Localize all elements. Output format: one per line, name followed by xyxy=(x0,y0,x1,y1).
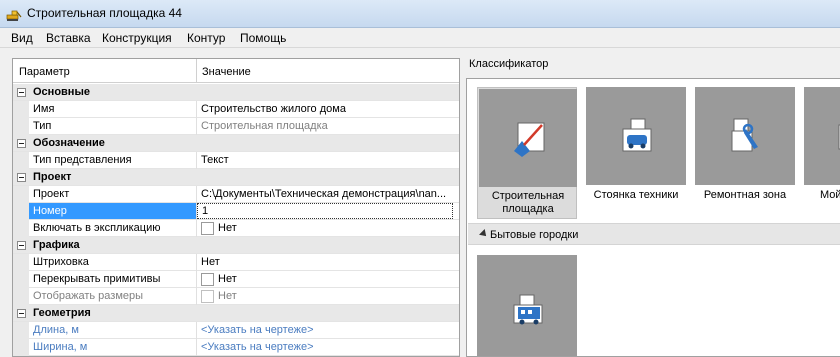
tile-label: Ремонтная зона xyxy=(703,189,787,201)
property-row[interactable]: Тип Строительная площадка xyxy=(13,118,459,135)
category-name: Графика xyxy=(33,239,80,251)
value-column-header: Значение xyxy=(202,66,251,78)
construction-excavator-icon xyxy=(6,10,22,21)
window-title: Строительная площадка 44 xyxy=(27,6,182,20)
category-name: Основные xyxy=(33,86,90,98)
tile-label: Строительная площадка xyxy=(491,190,565,215)
category-name: Обозначение xyxy=(33,137,105,149)
category-row[interactable]: Обозначение xyxy=(13,135,459,152)
property-name: Перекрывать примитивы xyxy=(33,273,161,285)
property-name: Длина, м xyxy=(33,324,79,336)
property-name: Тип xyxy=(33,120,52,132)
collapse-toggle-icon[interactable] xyxy=(17,309,26,318)
property-value[interactable]: <Указать на чертеже> xyxy=(201,324,314,336)
property-name: Отображать размеры xyxy=(33,290,144,302)
collapse-toggle-icon[interactable] xyxy=(17,139,26,148)
menu-insert[interactable]: Вставка xyxy=(46,31,91,45)
tile-label: Мой xyxy=(820,189,840,201)
category-row[interactable]: Геометрия xyxy=(13,305,459,322)
checkbox[interactable] xyxy=(201,273,214,286)
param-column-header: Параметр xyxy=(19,66,70,78)
classifier-panel: Строительная площадка Стоянка техники Ре… xyxy=(466,78,840,357)
property-value[interactable]: Текст xyxy=(201,154,229,166)
group-label: Бытовые городки xyxy=(490,229,579,241)
property-row[interactable]: Проект C:\Документы\Техническая демонстра… xyxy=(13,186,459,203)
property-value[interactable]: Нет xyxy=(201,256,220,268)
property-name: Штриховка xyxy=(33,256,89,268)
checkbox-label: Нет xyxy=(218,290,237,302)
property-value[interactable]: Строительство жилого дома xyxy=(201,103,346,115)
menu-help[interactable]: Помощь xyxy=(240,31,286,45)
checkbox-label: Нет xyxy=(218,222,237,234)
property-row[interactable]: Штриховка Нет xyxy=(13,254,459,271)
menu-contour[interactable]: Контур xyxy=(187,31,225,45)
tile-construction-site[interactable]: Строительная площадка xyxy=(477,87,577,219)
category-name: Геометрия xyxy=(33,307,91,319)
property-row[interactable]: Длина, м <Указать на чертеже> xyxy=(13,322,459,339)
repair-zone-icon xyxy=(731,118,758,152)
checkbox xyxy=(201,290,214,303)
title-bar: Строительная площадка 44 xyxy=(0,0,840,28)
construction-site-icon xyxy=(514,122,545,157)
classifier-label: Классификатор xyxy=(469,58,549,70)
property-row[interactable]: Номер 1 xyxy=(13,203,459,220)
property-value[interactable]: Строительная площадка xyxy=(201,120,328,132)
vehicle-parking-icon xyxy=(622,118,652,152)
collapse-toggle-icon[interactable] xyxy=(17,241,26,250)
group-header-cabins[interactable]: Бытовые городки xyxy=(468,223,840,245)
property-value[interactable]: 1 xyxy=(197,203,453,219)
property-row[interactable]: Тип представления Текст xyxy=(13,152,459,169)
property-value[interactable]: <Указать на чертеже> xyxy=(201,341,314,353)
property-name: Включать в экспликацию xyxy=(33,222,161,234)
property-row[interactable]: Имя Строительство жилого дома xyxy=(13,101,459,118)
collapse-triangle-icon xyxy=(479,229,489,239)
checkbox-label: Нет xyxy=(218,273,237,285)
property-row[interactable]: Перекрывать примитивы Нет xyxy=(13,271,459,288)
cabin-trailer-icon xyxy=(513,294,543,325)
category-row[interactable]: Основные xyxy=(13,84,459,101)
grid-header: Параметр Значение xyxy=(13,59,459,83)
property-row[interactable]: Включать в экспликацию Нет xyxy=(13,220,459,237)
menu-bar: Вид Вставка Конструкция Контур Помощь xyxy=(0,28,840,48)
property-name: Ширина, м xyxy=(33,341,88,353)
property-row[interactable]: Отображать размеры Нет xyxy=(13,288,459,305)
tile-wash[interactable]: Мой xyxy=(804,87,840,219)
tile-repair-zone[interactable]: Ремонтная зона xyxy=(695,87,795,219)
category-row[interactable]: Графика xyxy=(13,237,459,254)
checkbox[interactable] xyxy=(201,222,214,235)
category-name: Проект xyxy=(33,171,72,183)
menu-construction[interactable]: Конструкция xyxy=(102,31,172,45)
property-name: Проект xyxy=(33,188,70,200)
property-name: Номер xyxy=(29,203,196,219)
category-row[interactable]: Проект xyxy=(13,169,459,186)
property-name: Имя xyxy=(33,103,55,115)
property-name: Тип представления xyxy=(33,154,132,166)
collapse-toggle-icon[interactable] xyxy=(17,173,26,182)
property-row[interactable]: Ширина, м <Указать на чертеже> xyxy=(13,339,459,356)
collapse-toggle-icon[interactable] xyxy=(17,88,26,97)
menu-view[interactable]: Вид xyxy=(11,31,33,45)
property-value[interactable]: C:\Документы\Техническая демонстрация\na… xyxy=(201,188,446,200)
tile-label: Стоянка техники xyxy=(593,189,679,201)
tile-vehicle-parking[interactable]: Стоянка техники xyxy=(586,87,686,219)
tile-cabin-trailer[interactable] xyxy=(477,255,577,356)
property-grid: Параметр Значение Основные Имя Строительст… xyxy=(12,58,460,357)
